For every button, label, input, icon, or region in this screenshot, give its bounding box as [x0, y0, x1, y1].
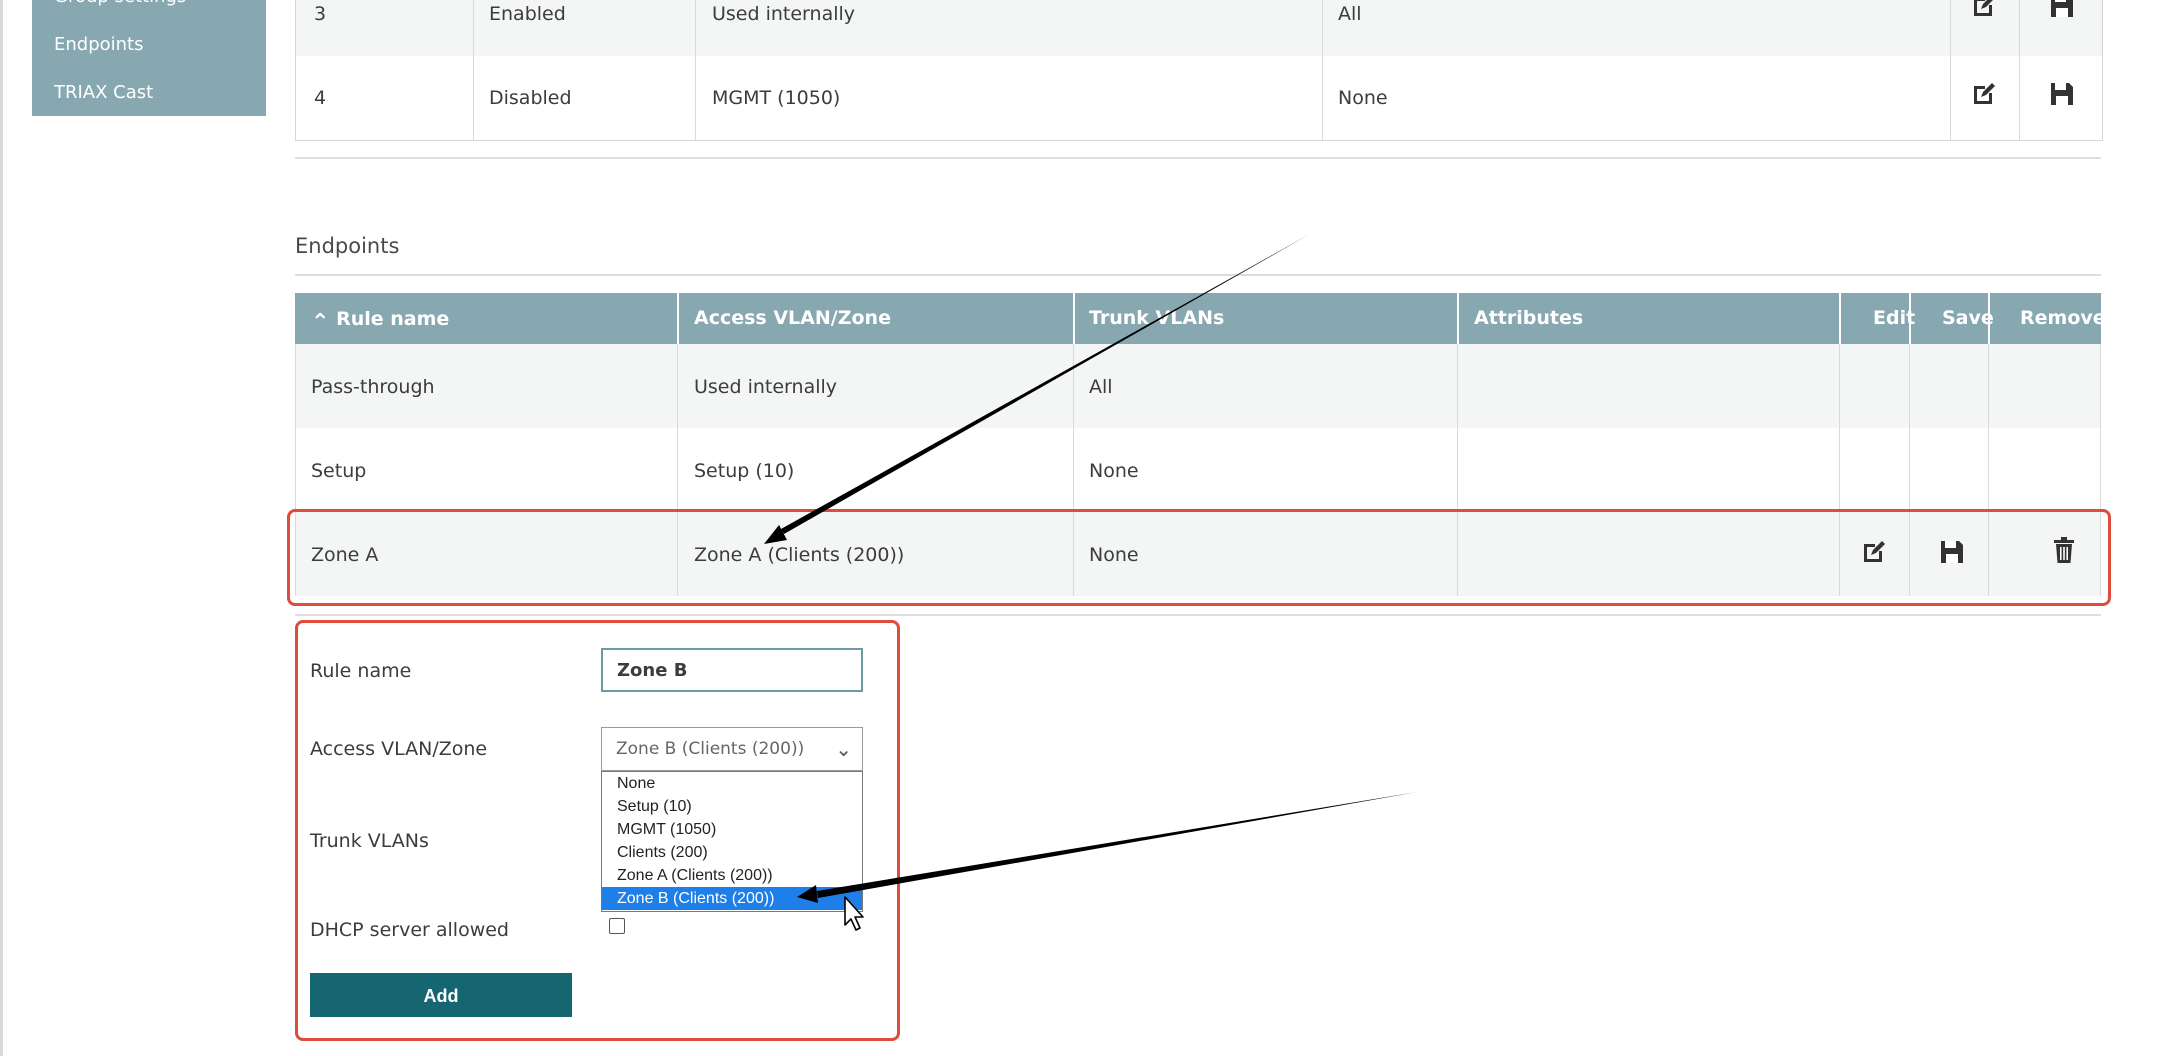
annotation-arrow-shaft — [781, 234, 1310, 534]
mouse-cursor-icon — [844, 896, 864, 931]
annotation-arrow-shaft — [817, 792, 1417, 898]
annotation-overlay — [764, 234, 1417, 931]
annotation-arrow-head — [797, 885, 818, 903]
